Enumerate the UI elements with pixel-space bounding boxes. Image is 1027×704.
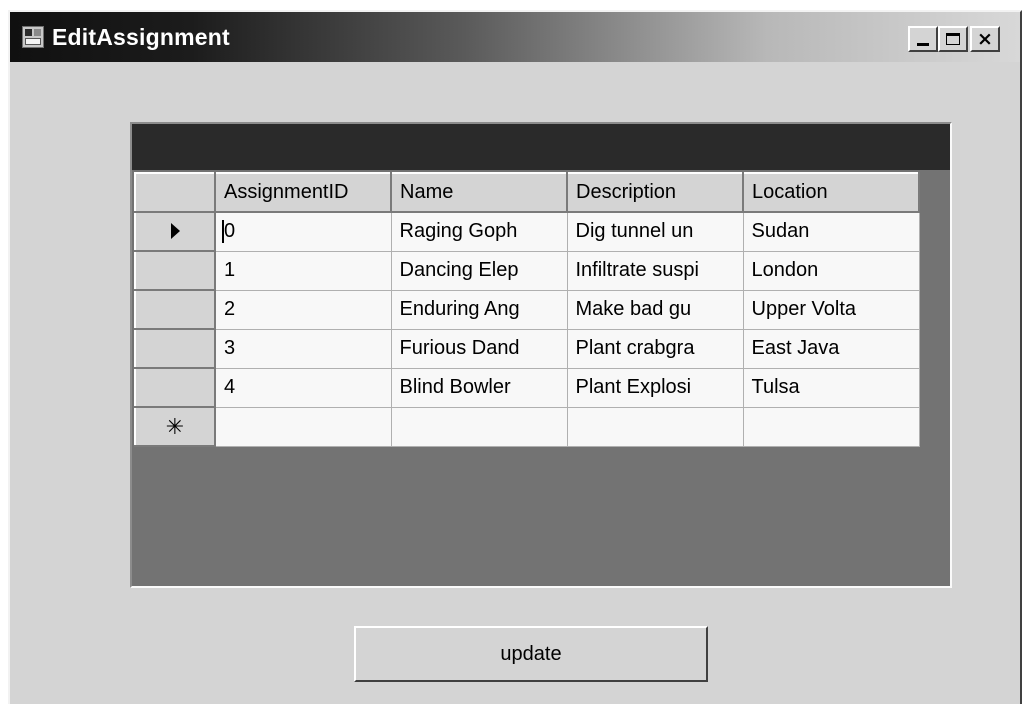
row-header[interactable] xyxy=(134,367,216,408)
table-row[interactable]: 3 Furious Dand Plant crabgra East Java xyxy=(134,328,920,369)
table-row[interactable]: 2 Enduring Ang Make bad gu Upper Volta xyxy=(134,289,920,330)
column-header-assignmentid[interactable]: AssignmentID xyxy=(214,172,392,213)
new-row[interactable]: ✳ xyxy=(134,406,920,447)
cell-name[interactable]: Blind Bowler xyxy=(391,368,568,408)
cell-description[interactable]: Dig tunnel un xyxy=(567,212,744,252)
cell-name[interactable]: Furious Dand xyxy=(391,329,568,369)
grid-table: AssignmentID Name Description Location 0… xyxy=(134,172,920,447)
cell-description[interactable]: Make bad gu xyxy=(567,290,744,330)
row-header[interactable] xyxy=(134,250,216,291)
cell-assignmentid[interactable]: 2 xyxy=(215,290,392,330)
cell-assignmentid[interactable]: 0 xyxy=(215,212,392,252)
minimize-button[interactable] xyxy=(908,26,938,52)
grid-caption-bar xyxy=(132,124,950,170)
table-row[interactable]: 0 Raging Goph Dig tunnel un Sudan xyxy=(134,211,920,252)
cell-name[interactable]: Dancing Elep xyxy=(391,251,568,291)
column-header-location[interactable]: Location xyxy=(742,172,920,213)
cell-location[interactable]: Upper Volta xyxy=(743,290,920,330)
column-header-description[interactable]: Description xyxy=(566,172,744,213)
cell-description[interactable]: Plant crabgra xyxy=(567,329,744,369)
cell-text: 0 xyxy=(221,220,236,244)
cell-name[interactable] xyxy=(391,407,568,447)
table-row[interactable]: 4 Blind Bowler Plant Explosi Tulsa xyxy=(134,367,920,408)
cell-location[interactable]: East Java xyxy=(743,329,920,369)
form-app-icon[interactable] xyxy=(22,26,44,48)
cell-description[interactable]: Infiltrate suspi xyxy=(567,251,744,291)
cell-name[interactable]: Raging Goph xyxy=(391,212,568,252)
cell-location[interactable] xyxy=(743,407,920,447)
assignment-data-grid[interactable]: AssignmentID Name Description Location 0… xyxy=(130,122,952,588)
row-header[interactable] xyxy=(134,289,216,330)
column-header-name[interactable]: Name xyxy=(390,172,568,213)
row-header[interactable]: ✳ xyxy=(134,406,216,447)
edit-assignment-window: EditAssignment × AssignmentID Name Descr… xyxy=(8,10,1022,704)
window-title: EditAssignment xyxy=(52,24,230,50)
update-button[interactable]: update xyxy=(354,626,708,682)
new-row-icon: ✳ xyxy=(165,413,185,439)
cell-assignmentid[interactable] xyxy=(215,407,392,447)
row-header[interactable] xyxy=(134,211,216,252)
maximize-icon xyxy=(946,33,960,45)
cell-assignmentid[interactable]: 3 xyxy=(215,329,392,369)
cell-location[interactable]: Sudan xyxy=(743,212,920,252)
cell-assignmentid[interactable]: 1 xyxy=(215,251,392,291)
cell-description[interactable] xyxy=(567,407,744,447)
table-row[interactable]: 1 Dancing Elep Infiltrate suspi London xyxy=(134,250,920,291)
corner-header[interactable] xyxy=(134,172,216,213)
cell-location[interactable]: Tulsa xyxy=(743,368,920,408)
minimize-icon xyxy=(917,42,929,46)
row-header[interactable] xyxy=(134,328,216,369)
current-row-icon xyxy=(170,222,180,239)
cell-assignmentid[interactable]: 4 xyxy=(215,368,392,408)
cell-description[interactable]: Plant Explosi xyxy=(567,368,744,408)
close-button[interactable]: × xyxy=(970,26,1000,52)
grid-header-row: AssignmentID Name Description Location xyxy=(134,172,920,213)
cell-name[interactable]: Enduring Ang xyxy=(391,290,568,330)
maximize-button[interactable] xyxy=(938,26,968,52)
close-icon: × xyxy=(977,27,993,50)
title-bar[interactable]: EditAssignment × xyxy=(10,12,1020,62)
cell-location[interactable]: London xyxy=(743,251,920,291)
